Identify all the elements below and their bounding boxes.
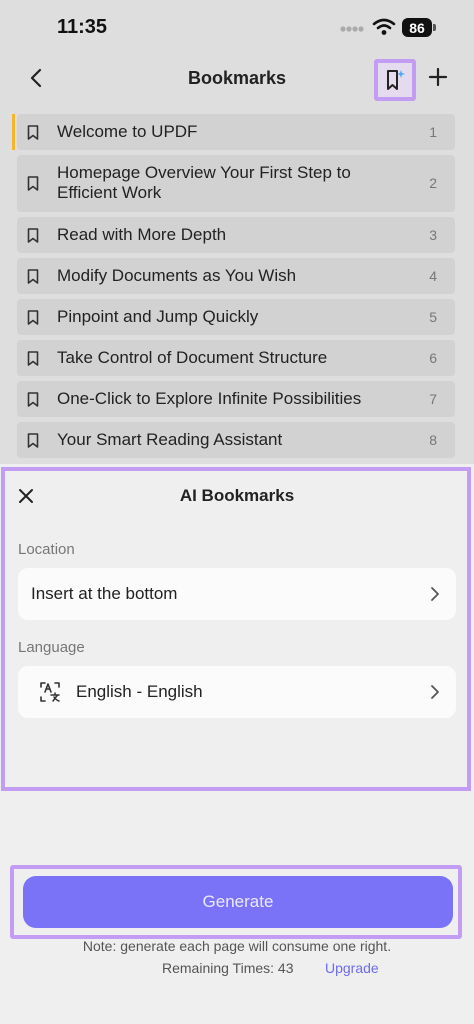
- ai-bookmark-button[interactable]: [374, 59, 416, 101]
- chevron-left-icon[interactable]: [26, 66, 48, 90]
- bookmark-item[interactable]: Welcome to UPDF 1: [12, 114, 455, 150]
- cellular-signal-icon: [340, 26, 364, 32]
- location-value: Insert at the bottom: [31, 584, 178, 603]
- bookmark-sparkle-icon: [387, 70, 405, 90]
- bookmark-page-number: 2: [429, 175, 437, 191]
- bookmark-label: Your Smart Reading Assistant: [57, 430, 283, 449]
- bookmark-page-number: 8: [429, 432, 437, 448]
- translate-icon: [40, 682, 60, 702]
- bookmark-item[interactable]: Modify Documents as You Wish 4: [17, 258, 455, 294]
- chevron-right-icon: [431, 587, 439, 601]
- location-select[interactable]: Insert at the bottom: [18, 568, 456, 620]
- bookmark-label: One-Click to Explore Infinite Possibilit…: [57, 389, 362, 408]
- upgrade-link[interactable]: Upgrade: [325, 960, 379, 976]
- bookmark-label: Read with More Depth: [57, 225, 227, 244]
- bookmark-item[interactable]: Take Control of Document Structure 6: [17, 340, 455, 376]
- bookmark-item[interactable]: Read with More Depth 3: [17, 217, 455, 253]
- sheet-title: AI Bookmarks: [179, 486, 295, 505]
- bookmark-icon: [27, 269, 39, 284]
- bookmark-page-number: 1: [429, 124, 437, 140]
- language-label: Language: [18, 639, 85, 656]
- bookmark-label: Homepage Overview Your First Step to Eff…: [57, 163, 351, 202]
- bookmark-page-number: 5: [429, 309, 437, 325]
- bookmark-icon: [27, 433, 39, 448]
- bookmark-icon: [27, 176, 39, 191]
- bookmark-label: Modify Documents as You Wish: [57, 266, 297, 285]
- battery-icon: 86: [402, 18, 432, 37]
- bookmark-icon: [27, 228, 39, 243]
- nav-bar: Bookmarks: [0, 56, 474, 102]
- bookmark-item[interactable]: Homepage Overview Your First Step to Eff…: [17, 155, 455, 212]
- bookmark-page-number: 3: [429, 227, 437, 243]
- bookmark-item[interactable]: One-Click to Explore Infinite Possibilit…: [17, 381, 455, 417]
- bookmark-icon: [27, 125, 39, 140]
- bookmark-item[interactable]: Your Smart Reading Assistant 8: [17, 422, 455, 458]
- bookmark-label: Pinpoint and Jump Quickly: [57, 307, 259, 326]
- status-time: 11:35: [57, 16, 108, 38]
- status-bar: 11:35 86: [0, 0, 474, 56]
- chevron-right-icon: [431, 685, 439, 699]
- bookmark-page-number: 6: [429, 350, 437, 366]
- consumption-note: Note: generate each page will consume on…: [82, 938, 392, 954]
- bookmark-label: Take Control of Document Structure: [57, 348, 328, 367]
- bookmark-icon: [27, 351, 39, 366]
- plus-icon[interactable]: [426, 65, 450, 89]
- language-value: English - English: [76, 682, 203, 701]
- remaining-times: Remaining Times: 43: [162, 960, 294, 976]
- bookmark-page-number: 4: [429, 268, 437, 284]
- wifi-icon: [372, 18, 396, 35]
- battery-cap: [433, 24, 436, 31]
- bookmark-page-number: 7: [429, 391, 437, 407]
- location-label: Location: [18, 541, 75, 558]
- bookmark-list: Welcome to UPDF 1 Homepage Overview Your…: [12, 114, 456, 463]
- highlight-frame: [1, 467, 471, 791]
- bookmark-icon: [27, 310, 39, 325]
- language-select[interactable]: English - English: [18, 666, 456, 718]
- bookmark-label: Welcome to UPDF: [57, 122, 198, 141]
- bookmark-item[interactable]: Pinpoint and Jump Quickly 5: [17, 299, 455, 335]
- bookmark-icon: [27, 392, 39, 407]
- generate-button[interactable]: Generate: [23, 876, 453, 928]
